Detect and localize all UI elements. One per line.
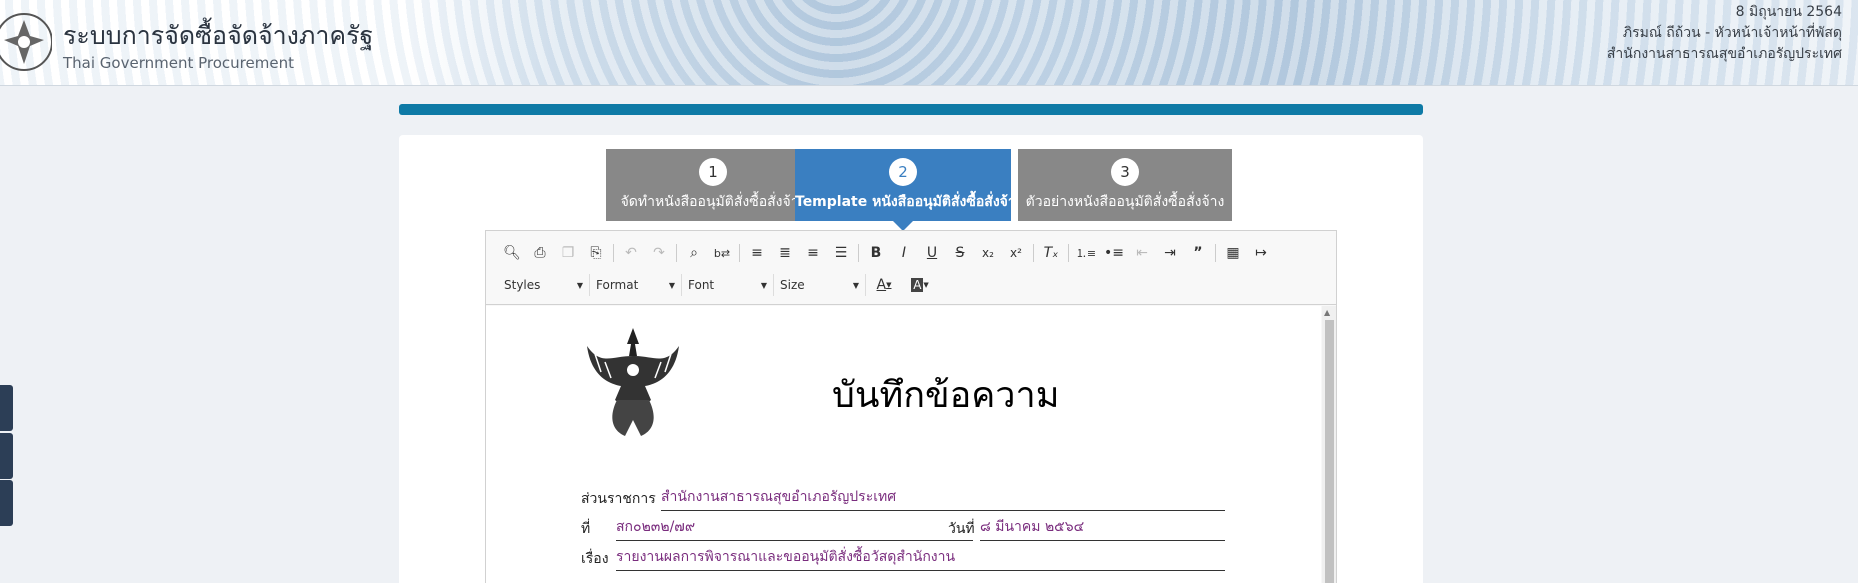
step-label: Template หนังสืออนุมัติสั่งซื้อสั่งจ้าง: [795, 194, 1023, 210]
format-label: Format: [596, 278, 639, 292]
italic-icon[interactable]: I: [890, 242, 918, 264]
underline-icon[interactable]: U: [918, 242, 946, 264]
editor-toolbar: 🔍︎ ⎙ ❐ ⎘ ↶ ↷ ⌕ b⇄ ≡ ≣ ≡ ☰ B I U S x₂ x² …: [486, 231, 1336, 305]
scroll-up-icon[interactable]: ▲: [1324, 308, 1330, 317]
system-title: ระบบการจัดซื้อจัดจ้างภาครัฐ: [63, 21, 374, 50]
user-organization: สำนักงานสาธารณสุขอำเภอรัญประเทศ: [1606, 46, 1842, 62]
date-label: วันที่: [948, 521, 975, 537]
toolbar-separator: [613, 244, 614, 262]
step-number: 2: [889, 158, 917, 186]
size-dropdown[interactable]: Size ▼: [774, 274, 866, 296]
toolbar-separator: [1033, 244, 1034, 262]
toolbar-row-2: Styles ▼ Format ▼ Font ▼ Size ▼ A ▼ A ▼: [498, 274, 938, 296]
side-tab-2[interactable]: [0, 433, 13, 479]
styles-dropdown[interactable]: Styles ▼: [498, 274, 590, 296]
align-center-icon[interactable]: ≣: [771, 242, 799, 264]
rich-text-editor: 🔍︎ ⎙ ❐ ⎘ ↶ ↷ ⌕ b⇄ ≡ ≣ ≡ ☰ B I U S x₂ x² …: [485, 230, 1337, 583]
preview-icon[interactable]: 🔍︎: [498, 242, 526, 264]
justify-icon[interactable]: ☰: [827, 242, 855, 264]
blockquote-icon[interactable]: ”: [1184, 242, 1212, 264]
align-left-icon[interactable]: ≡: [743, 242, 771, 264]
numbered-list-icon[interactable]: ⒈≡: [1072, 242, 1100, 264]
font-dropdown[interactable]: Font ▼: [682, 274, 774, 296]
background-color-icon[interactable]: A ▼: [902, 274, 938, 296]
ref-label: ที่: [581, 521, 591, 537]
text-color-icon[interactable]: A ▼: [866, 274, 902, 296]
government-logo-icon: [0, 13, 52, 71]
system-subtitle: Thai Government Procurement: [63, 54, 294, 72]
chevron-down-icon: ▼: [760, 280, 767, 290]
step-label: ตัวอย่างหนังสืออนุมัติสั่งซื้อสั่งจ้าง: [1025, 194, 1225, 210]
indent-icon[interactable]: ⇥: [1156, 242, 1184, 264]
chevron-down-icon: ▼: [576, 280, 583, 290]
scrollbar-thumb[interactable]: [1325, 320, 1334, 583]
ref-value: สก๐๒๓๒/๗๙: [616, 516, 973, 541]
indent-block-icon[interactable]: ↦: [1247, 242, 1275, 264]
toolbar-separator: [1215, 244, 1216, 262]
garuda-emblem-icon: [587, 328, 679, 436]
side-tab-1[interactable]: [0, 385, 13, 431]
agency-value: สำนักงานสาธารณสุขอำเภอรัญประเทศ: [661, 486, 1225, 511]
document-area[interactable]: บันทึกข้อความ ส่วนราชการ สำนักงานสาธารณส…: [486, 306, 1321, 583]
step-number: 3: [1111, 158, 1139, 186]
editor-scrollbar[interactable]: ▲: [1322, 306, 1336, 583]
user-info: 8 มิถุนายน 2564 ภิรมณ์ ถีถ้วน - หัวหน้าเ…: [1607, 2, 1842, 65]
step-number: 1: [699, 158, 727, 186]
bulleted-list-icon[interactable]: •≡: [1100, 242, 1128, 264]
subject-value: รายงานผลการพิจารณาและขออนุมัติสั่งซื้อวั…: [616, 546, 1225, 571]
copy-icon[interactable]: ❐: [554, 242, 582, 264]
bold-icon[interactable]: B: [862, 242, 890, 264]
styles-label: Styles: [504, 278, 541, 292]
step-2-tab[interactable]: 2 Template หนังสืออนุมัติสั่งซื้อสั่งจ้า…: [795, 149, 1023, 231]
app-header: ระบบการจัดซื้อจัดจ้างภาครัฐ Thai Governm…: [0, 0, 1858, 86]
user-name[interactable]: ภิรมณ์ ถีถ้วน - หัวหน้าเจ้าหน้าที่พัสดุ: [1607, 23, 1842, 44]
outdent-icon[interactable]: ⇤: [1128, 242, 1156, 264]
subject-label: เรื่อง: [581, 551, 609, 567]
toolbar-separator: [1068, 244, 1069, 262]
subscript-icon[interactable]: x₂: [974, 242, 1002, 264]
chevron-down-icon: ▼: [668, 280, 675, 290]
step-1-tab[interactable]: 1 จัดทำหนังสืออนุมัติสั่งซื้อสั่งจ้าง: [606, 149, 820, 221]
current-date: 8 มิถุนายน 2564: [1735, 4, 1842, 20]
table-icon[interactable]: ▦: [1219, 242, 1247, 264]
agency-label: ส่วนราชการ: [581, 491, 656, 507]
progress-bar: [399, 104, 1423, 115]
undo-icon[interactable]: ↶: [617, 242, 645, 264]
paste-icon[interactable]: ⎘: [582, 242, 610, 264]
toolbar-separator: [858, 244, 859, 262]
strike-icon[interactable]: S: [946, 242, 974, 264]
toolbar-row-1: 🔍︎ ⎙ ❐ ⎘ ↶ ↷ ⌕ b⇄ ≡ ≣ ≡ ☰ B I U S x₂ x² …: [498, 242, 1275, 264]
step-3-tab[interactable]: 3 ตัวอย่างหนังสืออนุมัติสั่งซื้อสั่งจ้าง: [1018, 149, 1232, 221]
remove-format-icon[interactable]: Tₓ: [1037, 242, 1065, 264]
chevron-down-icon: ▼: [852, 280, 859, 290]
align-right-icon[interactable]: ≡: [799, 242, 827, 264]
find-icon[interactable]: ⌕: [680, 242, 708, 264]
side-tab-3[interactable]: [0, 480, 13, 526]
toolbar-separator: [676, 244, 677, 262]
step-label: จัดทำหนังสืออนุมัติสั่งซื้อสั่งจ้าง: [620, 194, 806, 210]
format-dropdown[interactable]: Format ▼: [590, 274, 682, 296]
toolbar-separator: [739, 244, 740, 262]
redo-icon[interactable]: ↷: [645, 242, 673, 264]
print-icon[interactable]: ⎙: [526, 242, 554, 264]
replace-icon[interactable]: b⇄: [708, 242, 736, 264]
superscript-icon[interactable]: x²: [1002, 242, 1030, 264]
font-label: Font: [688, 278, 715, 292]
memo-title: บันทึกข้อความ: [832, 375, 1060, 416]
size-label: Size: [780, 278, 805, 292]
date-value: ๘ มีนาคม ๒๕๖๔: [980, 516, 1225, 541]
